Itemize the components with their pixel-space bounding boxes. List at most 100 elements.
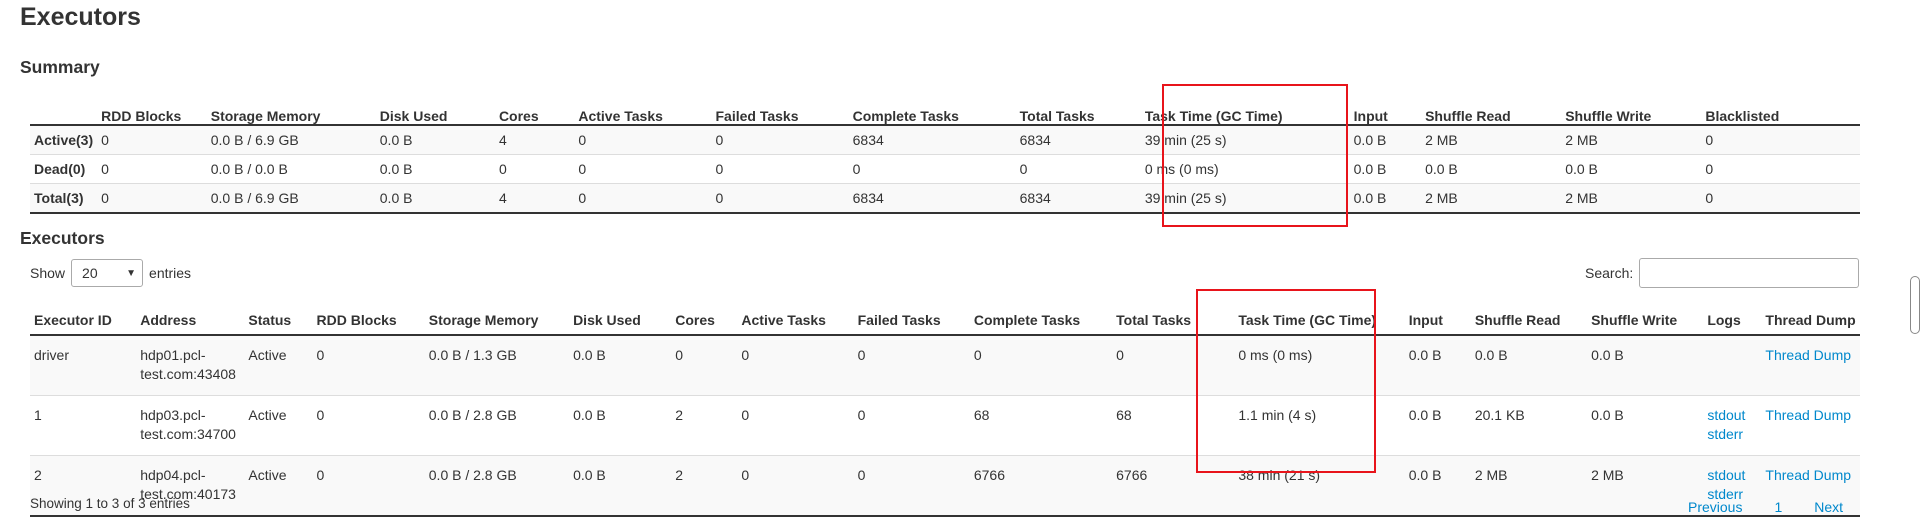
address-line: hdp03.pcl- (140, 407, 206, 423)
pagination: Previous 1 Next (1688, 499, 1843, 515)
summary-cell: 0 ms (0 ms) (1140, 154, 1350, 184)
col-storage-memory[interactable]: Storage Memory (424, 304, 570, 336)
summary-cell: 2 MB (1421, 124, 1562, 155)
summary-cell: 0 (574, 154, 712, 184)
summary-col-storage-memory[interactable]: Storage Memory (206, 96, 376, 126)
summary-heading: Summary (20, 57, 100, 77)
summary-cell: 0.0 B (375, 183, 495, 214)
col-address[interactable]: Address (136, 304, 245, 336)
search-control: Search: (1585, 258, 1860, 288)
summary-cell: 4 (494, 183, 575, 214)
cell-total-tasks: 68 (1112, 395, 1219, 456)
executor-id: 1 (30, 395, 137, 456)
summary-cell: 39 min (25 s) (1140, 183, 1350, 214)
scrollbar-thumb[interactable] (1910, 276, 1920, 334)
col-shuffle-read[interactable]: Shuffle Read (1470, 304, 1588, 336)
summary-cell: 39 min (25 s) (1140, 124, 1350, 155)
col-cores[interactable]: Cores (671, 304, 738, 336)
summary-cell: 0.0 B (1349, 124, 1422, 155)
col-thread-dump: Thread Dump (1761, 304, 1860, 336)
cell-total-tasks: 0 (1112, 334, 1219, 396)
cell-shuffle-read: 20.1 KB (1470, 395, 1588, 456)
stderr-link[interactable]: stderr (1707, 425, 1757, 444)
table-row: 2 hdp04.pcl- test.com:40173 Active 0 0.0… (30, 455, 1860, 517)
cell-logs: stdout stderr (1703, 395, 1762, 456)
summary-col-rdd-blocks[interactable]: RDD Blocks (97, 96, 207, 126)
chevron-down-icon: ▼ (126, 267, 137, 279)
thread-dump-link[interactable]: Thread Dump (1765, 466, 1856, 485)
summary-cell: 0 (1701, 183, 1860, 214)
summary-cell: 0.0 B (375, 124, 495, 155)
summary-col-disk-used[interactable]: Disk Used (375, 96, 495, 126)
col-status[interactable]: Status (244, 304, 313, 336)
page-1-button[interactable]: 1 (1774, 499, 1782, 515)
col-complete-tasks[interactable]: Complete Tasks (969, 304, 1113, 336)
summary-col-input[interactable]: Input (1349, 96, 1422, 126)
summary-col-blacklisted[interactable]: Blacklisted (1701, 96, 1860, 126)
executors-page: Executors Summary RDD Blocks Storage Mem… (0, 0, 1920, 531)
executor-status: Active (244, 395, 313, 456)
table-info: Showing 1 to 3 of 3 entries (30, 496, 190, 511)
col-total-tasks[interactable]: Total Tasks (1112, 304, 1219, 336)
next-button[interactable]: Next (1814, 499, 1843, 515)
search-input[interactable] (1639, 258, 1860, 288)
previous-button[interactable]: Previous (1688, 499, 1742, 515)
summary-col-total-tasks[interactable]: Total Tasks (1015, 96, 1141, 126)
col-shuffle-write[interactable]: Shuffle Write (1587, 304, 1704, 336)
cell-shuffle-write: 2 MB (1587, 455, 1704, 517)
stdout-link[interactable]: stdout (1707, 466, 1757, 485)
col-failed-tasks[interactable]: Failed Tasks (853, 304, 970, 336)
cell-active-tasks: 0 (737, 395, 854, 456)
col-rdd-blocks[interactable]: RDD Blocks (312, 304, 425, 336)
summary-row-label: Total(3) (30, 183, 98, 214)
summary-cell: 0.0 B (375, 154, 495, 184)
cell-complete-tasks: 6766 (969, 455, 1113, 517)
summary-cell: 6834 (1015, 183, 1141, 214)
stdout-link[interactable]: stdout (1707, 406, 1757, 425)
summary-cell: 0.0 B (1349, 183, 1422, 214)
summary-cell: 0 (97, 154, 207, 184)
executors-heading: Executors (20, 228, 105, 248)
search-label: Search: (1585, 265, 1634, 281)
summary-col-shuffle-write[interactable]: Shuffle Write (1561, 96, 1702, 126)
summary-row-dead: Dead(0) 0 0.0 B / 0.0 B 0.0 B 0 0 0 0 0 … (30, 154, 1860, 184)
col-task-time[interactable]: Task Time (GC Time) (1218, 304, 1405, 336)
cell-shuffle-write: 0.0 B (1587, 395, 1704, 456)
cell-thread-dump: Thread Dump (1761, 334, 1860, 396)
cell-storage-memory: 0.0 B / 2.8 GB (424, 395, 570, 456)
summary-cell: 0.0 B (1349, 154, 1422, 184)
col-logs: Logs (1703, 304, 1762, 336)
col-disk-used[interactable]: Disk Used (569, 304, 672, 336)
summary-col-complete-tasks[interactable]: Complete Tasks (848, 96, 1016, 126)
cell-thread-dump: Thread Dump (1761, 395, 1860, 456)
address-line: test.com:43408 (140, 366, 236, 382)
summary-row-total: Total(3) 0 0.0 B / 6.9 GB 0.0 B 4 0 0 68… (30, 183, 1860, 214)
cell-active-tasks: 0 (737, 334, 854, 396)
cell-complete-tasks: 68 (969, 395, 1113, 456)
summary-col-task-time[interactable]: Task Time (GC Time) (1140, 96, 1350, 126)
cell-task-time: 38 min (21 s) (1218, 455, 1405, 517)
col-input[interactable]: Input (1404, 304, 1471, 336)
address-line: test.com:34700 (140, 426, 236, 442)
cell-total-tasks: 6766 (1112, 455, 1219, 517)
executors-header-row: Executor ID Address Status RDD Blocks St… (30, 304, 1860, 336)
page-size-select[interactable]: 20 ▼ (71, 259, 144, 287)
col-active-tasks[interactable]: Active Tasks (737, 304, 854, 336)
cell-storage-memory: 0.0 B / 1.3 GB (424, 334, 570, 396)
summary-col-cores[interactable]: Cores (494, 96, 575, 126)
summary-col-active-tasks[interactable]: Active Tasks (574, 96, 712, 126)
summary-col-shuffle-read[interactable]: Shuffle Read (1421, 96, 1562, 126)
executor-id: driver (30, 334, 137, 396)
thread-dump-link[interactable]: Thread Dump (1765, 406, 1856, 425)
summary-cell: 0 (711, 124, 849, 155)
cell-rdd-blocks: 0 (312, 334, 425, 396)
cell-shuffle-write: 0.0 B (1587, 334, 1704, 396)
summary-cell: 0 (97, 183, 207, 214)
thread-dump-link[interactable]: Thread Dump (1765, 346, 1856, 365)
summary-row-label: Active(3) (30, 124, 98, 155)
summary-col-failed-tasks[interactable]: Failed Tasks (711, 96, 849, 126)
cell-logs (1703, 334, 1762, 396)
cell-complete-tasks: 0 (969, 334, 1113, 396)
executor-status: Active (244, 455, 313, 517)
col-executor-id[interactable]: Executor ID (30, 304, 137, 336)
